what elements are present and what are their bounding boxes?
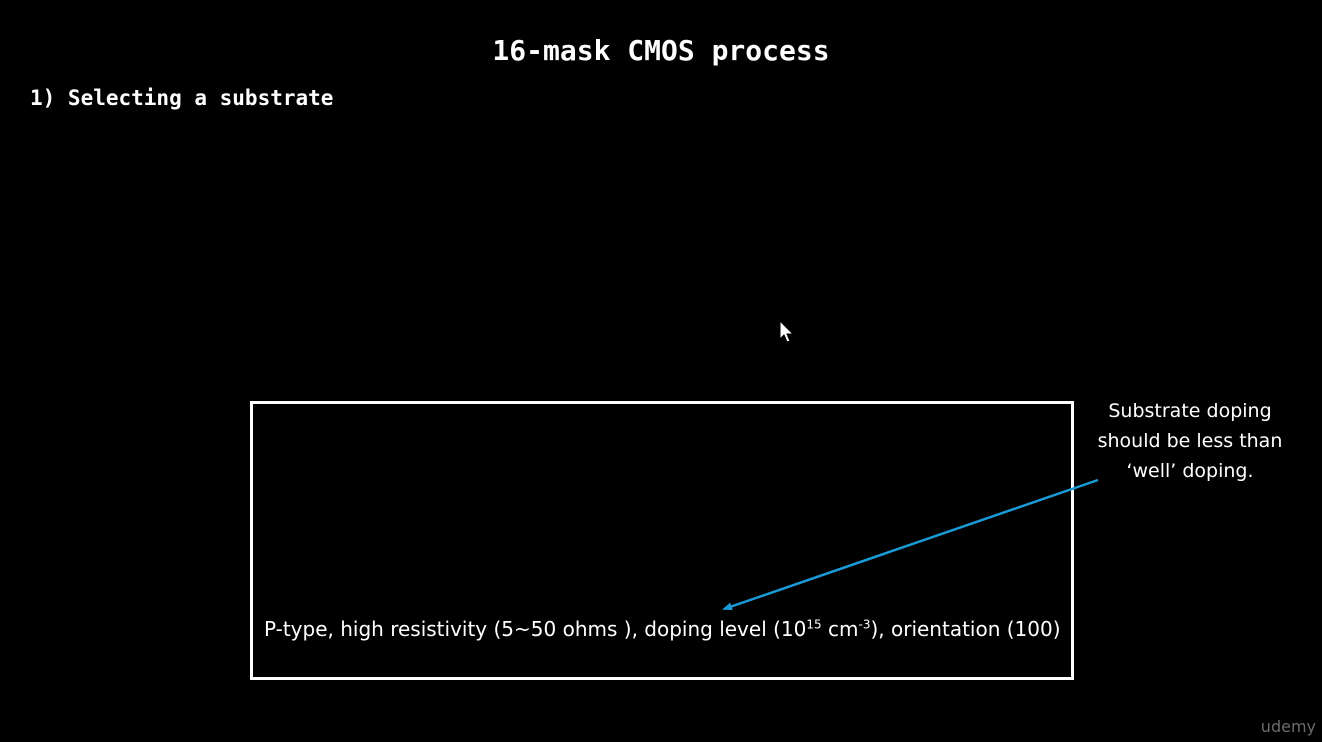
annotation-arrow (722, 478, 1099, 611)
video-slide: 16-mask CMOS process 1) Selecting a subs… (0, 0, 1322, 742)
udemy-watermark: udemy (1260, 717, 1316, 736)
mouse-pointer-icon (779, 320, 795, 343)
annotation-arrow-layer (722, 478, 1099, 611)
